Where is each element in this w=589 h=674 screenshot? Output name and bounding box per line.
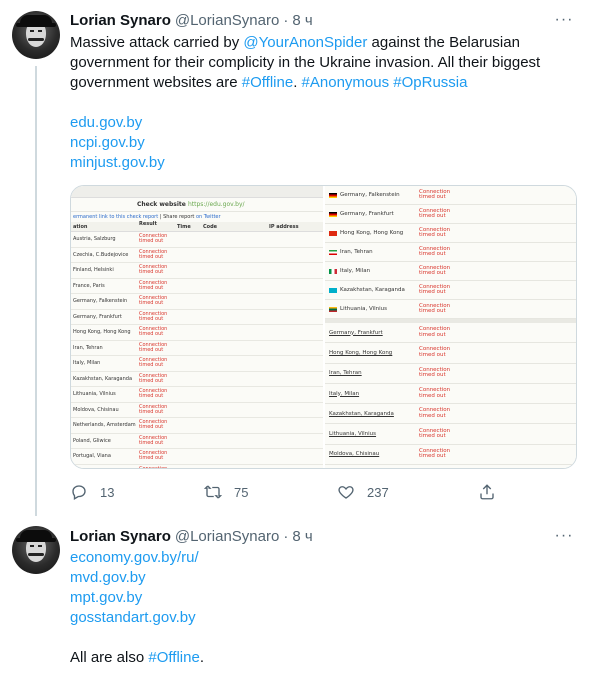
report-row: Iran, Tehran Connection timed out	[325, 243, 576, 262]
report-row: Kazakhstan, Karaganda Connection timed out	[71, 372, 323, 387]
retweet-count: 75	[234, 484, 249, 500]
report-row: Lithuania, Vilnius Connection timed out	[71, 387, 323, 403]
flag-icon	[329, 211, 337, 217]
mention-link[interactable]: @YourAnonSpider	[243, 34, 367, 51]
like-button[interactable]: 237	[337, 482, 389, 502]
reply-icon	[72, 485, 86, 500]
report-row: Germany, Falkenstein Connection timed out	[71, 294, 323, 310]
tweet-actions: 13 75 237	[70, 482, 510, 502]
share-button[interactable]	[478, 482, 508, 502]
report-row: Connectiontimed out	[71, 465, 323, 468]
author-name[interactable]: Lorian Synaro	[70, 528, 171, 545]
flag-icon	[329, 192, 337, 198]
url-link[interactable]: gosstandart.gov.by	[70, 608, 570, 628]
reply-count: 13	[100, 484, 115, 500]
flag-icon	[329, 287, 337, 293]
flag-icon	[329, 249, 337, 255]
report-row: Czechia, C.Budejovice Connection timed out	[71, 248, 323, 263]
url-link[interactable]: minjust.gov.by	[70, 153, 570, 173]
flag-icon	[329, 306, 337, 312]
hashtag-link[interactable]: #Offline	[148, 649, 199, 666]
report-row: Hong Kong, Hong Kong Connection timed out	[71, 325, 323, 341]
like-count: 237	[367, 484, 389, 500]
report-row: Finland, Helsinki Connection timed out	[71, 263, 323, 279]
url-link[interactable]: economy.gov.by/ru/	[70, 548, 570, 568]
report-row: Germany, Frankfurt Connection timed out	[325, 323, 576, 344]
tweet-header: Lorian Synaro @LorianSynaro · 8 ч	[70, 526, 313, 546]
report-row: Hong Kong, Hong Kong Connection timed out	[325, 343, 576, 364]
share-icon	[480, 484, 494, 500]
tweet[interactable]: Lorian Synaro @LorianSynaro · 8 ч ··· ec…	[0, 520, 589, 674]
media-gallery[interactable]: Check website https://edu.gov.by/ ermane…	[70, 185, 577, 469]
hashtag-link[interactable]: #Offline	[242, 74, 293, 91]
tweet-text: economy.gov.by/ru/ mvd.gov.by mpt.gov.by…	[70, 548, 570, 668]
report-row: Austria, Salzburg Connection timed out	[71, 232, 323, 248]
report-row: Iran, Tehran Connection timed out	[325, 364, 576, 384]
report-row: Italy, Milan Connection timed out	[71, 356, 323, 372]
report-row: Kazakhstan, Karaganda Connection timed out	[325, 281, 576, 300]
report-row: Germany, Frankfurt Connection timed out	[325, 205, 576, 224]
report-row: Netherlands, Amsterdam Connection timed ou…	[71, 418, 323, 434]
report-row: France, Paris Connection timed out	[71, 279, 323, 294]
retweet-icon	[204, 485, 222, 499]
report-row: Iran, Tehran Connection timed out	[71, 341, 323, 356]
report-row: Lithuania, Vilnius Connection timed out	[325, 300, 576, 319]
url-link[interactable]: mvd.gov.by	[70, 568, 570, 588]
tweet-text: Massive attack carried by @YourAnonSpide…	[70, 33, 570, 173]
hashtag-link[interactable]: #OpRussia	[393, 74, 467, 91]
media-image-check-report-2[interactable]: Germany, Falkenstein Connection timed out G…	[325, 186, 576, 468]
heart-icon	[338, 486, 354, 499]
report-row: Poland, Gliwice Connection timed out	[71, 434, 323, 449]
separator-dot: ·	[283, 11, 289, 29]
flag-icon	[329, 230, 337, 236]
report-row: Germany, Falkenstein Connection timed out	[325, 186, 576, 205]
report-row: Moldova, Chisinau Connection timed out	[325, 445, 576, 466]
report-row: Hong Kong, Hong Kong Connection timed out	[325, 224, 576, 243]
report-row: Kazakhstan, Karaganda Connection timed out	[325, 404, 576, 425]
url-link[interactable]: ncpi.gov.by	[70, 133, 570, 153]
tweet[interactable]: Lorian Synaro @LorianSynaro · 8 ч ··· Ma…	[0, 0, 589, 520]
more-options-icon[interactable]: ···	[553, 526, 575, 546]
report-row: Lithuania, Vilnius Connection timed out	[325, 424, 576, 445]
url-link[interactable]: mpt.gov.by	[70, 588, 570, 608]
report-row: Germany, Frankfurt Connection timed out	[71, 310, 323, 325]
tweet-header: Lorian Synaro @LorianSynaro · 8 ч	[70, 10, 313, 30]
avatar[interactable]	[12, 526, 60, 574]
reply-button[interactable]: 13	[70, 482, 114, 502]
flag-icon	[329, 268, 337, 274]
report-row: Italy, Milan Connection timed out	[325, 384, 576, 405]
media-image-check-report[interactable]: Check website https://edu.gov.by/ ermane…	[71, 186, 325, 468]
report-row: Moldova, Chisinau Connection timed out	[71, 403, 323, 418]
hashtag-link[interactable]: #Anonymous	[302, 74, 390, 91]
author-handle[interactable]: @LorianSynaro	[175, 12, 279, 29]
tweet-timestamp[interactable]: 8 ч	[292, 528, 312, 545]
report-row: Italy, Milan Connection timed out	[325, 262, 576, 281]
url-link[interactable]: edu.gov.by	[70, 113, 570, 133]
report-row: Portugal, Viana Connection timed out	[71, 449, 323, 465]
tweet-timestamp[interactable]: 8 ч	[292, 12, 312, 29]
avatar[interactable]	[12, 11, 60, 59]
more-options-icon[interactable]: ···	[553, 10, 575, 30]
author-handle[interactable]: @LorianSynaro	[175, 528, 279, 545]
author-name[interactable]: Lorian Synaro	[70, 12, 171, 29]
retweet-button[interactable]: 75	[204, 482, 248, 502]
separator-dot: ·	[283, 527, 289, 545]
